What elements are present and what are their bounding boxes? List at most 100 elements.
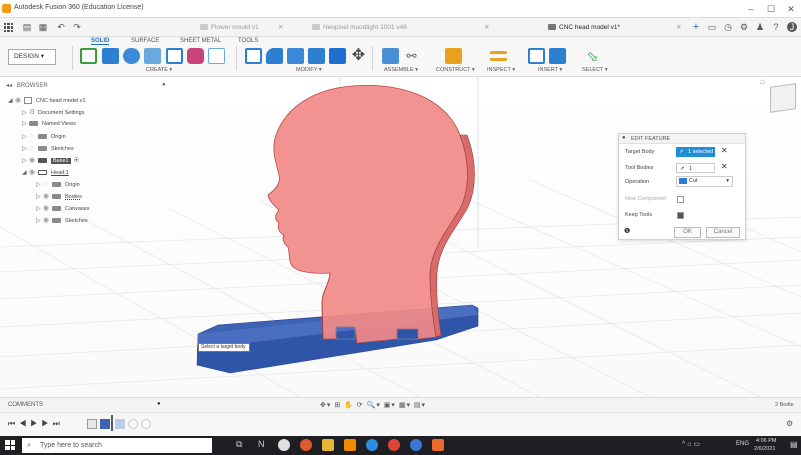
account-icon[interactable]: ♟: [755, 22, 765, 32]
notifications-icon[interactable]: ⚙: [739, 22, 749, 32]
modify-menu[interactable]: MODIFY ▾: [296, 67, 322, 73]
tab-sheet-metal[interactable]: SHEET METAL: [180, 38, 221, 44]
sweep-icon[interactable]: [166, 48, 183, 64]
operation-dropdown[interactable]: Cut ▾: [676, 176, 733, 187]
activate-radio-icon[interactable]: ⦿: [74, 158, 80, 164]
tree-item-base1[interactable]: ▷ ◉ Base1 ⦿: [22, 155, 79, 166]
notepad-icon[interactable]: N: [258, 439, 270, 451]
create-base-feature-icon[interactable]: [208, 48, 225, 64]
inspect-menu[interactable]: INSPECT ▾: [487, 67, 515, 73]
system-tray-icons[interactable]: ^ ⌂ ▭: [682, 440, 700, 448]
minimize-button[interactable]: –: [744, 3, 758, 15]
tab-flower-mould[interactable]: Flower mould v1: [200, 21, 259, 35]
windows-start-icon[interactable]: [5, 440, 15, 450]
view-cube[interactable]: [770, 83, 796, 113]
visibility-eye-icon[interactable]: ◌: [29, 143, 38, 154]
help-icon[interactable]: ?: [771, 22, 781, 32]
create-sketch-icon[interactable]: [80, 48, 97, 64]
navigation-display-toolbar[interactable]: ✥▾ ⊞ ✋ ⟳ 🔍▾ ▣▾ ▦▾ ▤▾: [320, 401, 426, 409]
shell-icon[interactable]: [308, 48, 325, 64]
visibility-eye-icon[interactable]: ◉: [43, 191, 52, 202]
firefox-icon[interactable]: [300, 439, 312, 451]
visibility-eye-icon[interactable]: ◉: [29, 155, 38, 166]
close-tab-icon[interactable]: ✕: [676, 21, 681, 35]
tab-tools[interactable]: TOOLS: [238, 38, 258, 44]
measure-icon[interactable]: [490, 51, 507, 61]
taskbar-clock-date[interactable]: 2/6/2021: [754, 446, 775, 452]
select-icon[interactable]: ⬂: [584, 48, 601, 64]
construct-menu[interactable]: CONSTRUCT ▾: [436, 67, 475, 73]
timeline-sketch-feature-icon[interactable]: [87, 419, 97, 429]
chrome-icon[interactable]: [366, 439, 378, 451]
tab-surface[interactable]: SURFACE: [131, 38, 159, 44]
taskbar-clock-time[interactable]: 4:06 PM: [756, 438, 776, 444]
hole-icon[interactable]: [144, 48, 161, 64]
chamfer-icon[interactable]: [287, 48, 304, 64]
combine-icon[interactable]: [329, 48, 346, 64]
clear-tool-bodies-icon[interactable]: ✕: [721, 162, 728, 171]
new-tab-icon[interactable]: +: [691, 22, 701, 33]
close-window-button[interactable]: ✕: [784, 3, 798, 15]
visibility-eye-icon[interactable]: ◉: [15, 95, 24, 106]
app-icon[interactable]: [388, 439, 400, 451]
head-body[interactable]: [267, 85, 475, 344]
workspace-switcher[interactable]: DESIGN ▾: [8, 49, 56, 65]
timeline-playback-controls[interactable]: ⏮◀▶▶⏭: [8, 419, 64, 429]
close-tab-icon[interactable]: ✕: [484, 21, 489, 35]
tab-neopixel-moodlight[interactable]: Neopixel moodlight 1001 v46: [312, 21, 407, 35]
visibility-eye-icon[interactable]: ◉: [29, 167, 38, 178]
timeline-marker[interactable]: [111, 415, 113, 431]
ok-button[interactable]: OK: [674, 227, 701, 238]
pin-panel-icon[interactable]: ●: [162, 82, 166, 88]
fillet-icon[interactable]: [266, 48, 283, 64]
data-panel-grid-icon[interactable]: [4, 23, 13, 32]
close-tab-icon[interactable]: ✕: [278, 21, 283, 35]
tab-cnc-head-model[interactable]: CNC head model v1*: [548, 21, 620, 35]
clear-target-body-icon[interactable]: ✕: [721, 146, 728, 155]
insert-canvas-icon[interactable]: [549, 48, 566, 64]
insert-derive-icon[interactable]: [528, 48, 545, 64]
taskbar-search-input[interactable]: ⌕ Type here to search: [22, 438, 212, 453]
new-component-icon[interactable]: [382, 48, 399, 64]
revolve-icon[interactable]: [123, 48, 140, 64]
keep-tools-checkbox[interactable]: [677, 212, 684, 219]
timeline-feature-icon[interactable]: [115, 419, 125, 429]
timeline-feature-icon[interactable]: [128, 419, 138, 429]
job-status-icon[interactable]: ▭: [707, 22, 717, 32]
settings-app-icon[interactable]: [278, 439, 290, 451]
create-menu[interactable]: CREATE ▾: [146, 67, 172, 73]
tree-item-named-views[interactable]: ▷ Named Views: [22, 119, 76, 130]
offset-plane-icon[interactable]: [445, 48, 462, 64]
task-view-icon[interactable]: ⧉: [236, 439, 248, 451]
new-component-checkbox[interactable]: [677, 196, 684, 203]
tab-solid[interactable]: SOLID: [91, 38, 110, 45]
select-menu[interactable]: SELECT ▾: [582, 67, 608, 73]
extrude-icon[interactable]: [102, 48, 119, 64]
comments-toggle-icon[interactable]: ●: [157, 401, 161, 407]
app-icon[interactable]: [432, 439, 444, 451]
user-avatar[interactable]: J: [787, 22, 797, 32]
tree-item-head-origin[interactable]: ▷ ◌ Origin: [36, 179, 80, 190]
tree-item-head1[interactable]: ◢ ◉ Head:1: [22, 167, 69, 178]
tool-bodies-selector[interactable]: ➚1 selected: [676, 163, 715, 182]
tree-item-canvases[interactable]: ▷ ◉ Canvases: [36, 203, 89, 214]
insert-menu[interactable]: INSERT ▾: [538, 67, 562, 73]
target-body-selector[interactable]: ➚ 1 selected: [676, 147, 715, 157]
tree-item-sketches[interactable]: ▷ ◌ Sketches: [22, 143, 74, 154]
undo-icon[interactable]: ↶: [56, 22, 66, 32]
tree-item-document-settings[interactable]: ▷ ⚙ Document Settings: [22, 107, 84, 118]
redo-icon[interactable]: ↷: [72, 22, 82, 32]
visibility-eye-icon[interactable]: ◉: [43, 203, 52, 214]
file-explorer-icon[interactable]: [322, 439, 334, 451]
input-language[interactable]: ENG: [736, 441, 749, 447]
tree-root[interactable]: ◢ ◉ CNC head model v1: [8, 95, 86, 106]
save-icon[interactable]: ▦: [38, 22, 48, 32]
tree-item-head-sketches[interactable]: ▷ ◉ Sketches: [36, 215, 88, 226]
assemble-menu[interactable]: ASSEMBLE ▾: [384, 67, 418, 73]
tree-item-bodies[interactable]: ▷ ◉ Bodies: [36, 191, 82, 202]
extensions-icon[interactable]: ◷: [723, 22, 733, 32]
file-menu-icon[interactable]: ▤: [22, 22, 32, 32]
visibility-eye-icon[interactable]: ◉: [43, 215, 52, 226]
visibility-eye-icon[interactable]: ◌: [43, 179, 52, 190]
home-view-icon[interactable]: ⌂: [760, 77, 770, 86]
